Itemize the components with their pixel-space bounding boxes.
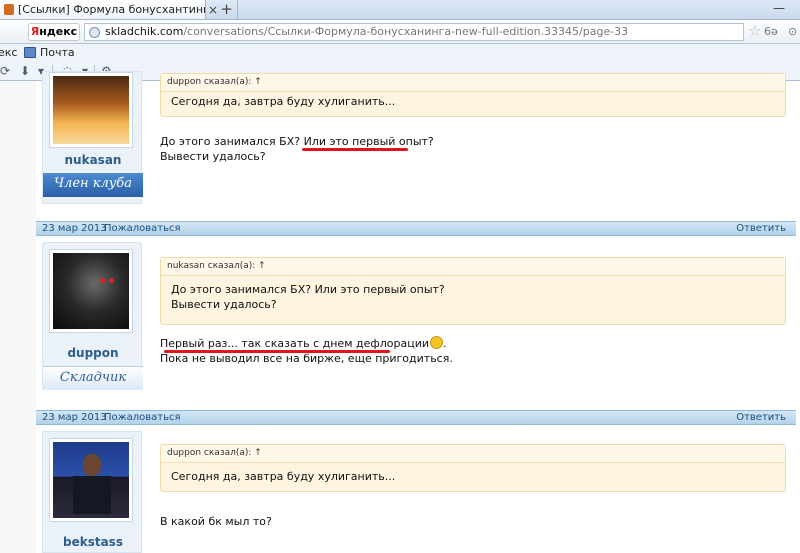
minimize-icon[interactable]: — [764,1,794,15]
mail-icon [24,47,36,58]
bookmark-mail[interactable]: Почта [40,44,75,62]
quote-text: Сегодня да, завтра буду хулиганить... [171,470,396,483]
post-line: До этого занимался БХ? Или это первый оп… [160,135,434,148]
avatar[interactable] [49,438,133,522]
post-line: Пока не выводил все на бирже, еще пригод… [160,352,453,365]
avatar[interactable] [49,72,133,148]
quote-author[interactable]: duppon сказал(а): ↑ [161,445,785,463]
reply-link[interactable]: Ответить [736,411,786,424]
post-date[interactable]: 23 мар 2013 [42,411,107,424]
refresh-icon[interactable]: ⟳ [0,65,10,78]
bookmarks-bar: екс Почта [0,44,800,62]
post-date[interactable]: 23 мар 2013 [42,222,107,235]
quote-author[interactable]: nukasan сказал(а): ↑ [161,258,785,276]
username[interactable]: bekstass [43,535,143,549]
url-host: skladchik.com [105,25,184,38]
user-info: duppon Складчик [42,242,143,390]
report-link[interactable]: Пожаловаться [104,411,181,424]
quote-text: До этого занимался БХ? Или это первый оп… [171,283,445,311]
quote-block: duppon сказал(а): ↑ Сегодня да, завтра б… [160,444,786,492]
red-underline-mark [302,148,408,151]
address-bar[interactable]: skladchik.com/conversations/Ссылки-Форму… [84,23,744,41]
browser-tab[interactable]: [Ссылки] Формула бонусхантинга Ne... [0,0,206,20]
report-link[interactable]: Пожаловаться [104,222,181,235]
message-post: 23 мар 2013 Пожаловаться Ответить beksta… [36,410,796,553]
download-icon[interactable]: ⬇ [20,65,30,78]
quote-block: nukasan сказал(а): ↑ До этого занимался … [160,257,786,325]
reply-link[interactable]: Ответить [736,222,786,235]
bookmark-yandex[interactable]: екс [0,44,17,62]
quote-author[interactable]: duppon сказал(а): ↑ [161,74,785,92]
post-line: Вывести удалось? [160,150,266,163]
globe-icon [89,27,100,38]
user-info: bekstass [42,431,142,553]
header-gap [36,425,796,431]
user-rank-badge: Член клуба [43,173,143,197]
url-path: /conversations/Ссылки-Формула-бонусханин… [183,25,629,38]
post-line: Первый раз... так сказать с днем дефлора… [160,336,447,350]
tab-bar: [Ссылки] Формула бонусхантинга Ne... × +… [0,0,800,20]
message-post: 23 мар 2013 Пожаловаться Ответить duppon… [36,221,796,398]
page-left-gutter [0,81,36,553]
reader-icon[interactable]: 6ə [764,25,778,38]
username[interactable]: duppon [43,346,143,360]
user-info: nukasan Член клуба [42,71,143,204]
username[interactable]: nukasan [43,153,143,167]
favicon-icon [4,4,14,15]
new-tab-button[interactable]: + [216,0,238,20]
tab-title: [Ссылки] Формула бонусхантинга Ne... [18,3,205,16]
smiley-icon [430,336,444,349]
message-post: nukasan Член клуба duppon сказал(а): ↑ С… [36,71,796,204]
navigation-bar: Яндекс skladchik.com/conversations/Ссылк… [0,20,800,44]
page-content: nukasan Член клуба duppon сказал(а): ↑ С… [0,71,800,553]
quote-block: duppon сказал(а): ↑ Сегодня да, завтра б… [160,73,786,117]
yandex-button[interactable]: Яндекс [28,23,80,41]
post-header: 23 мар 2013 Пожаловаться Ответить [36,221,796,236]
header-gap [36,236,796,242]
quote-text: Сегодня да, завтра буду хулиганить... [171,95,396,108]
post-header: 23 мар 2013 Пожаловаться Ответить [36,410,796,425]
user-rank-badge: Складчик [43,366,143,390]
bookmark-star-icon[interactable]: ☆ [748,22,761,40]
menu-icon[interactable]: ⊙ [788,25,797,38]
post-line: В какой бк мыл то? [160,515,272,528]
avatar[interactable] [49,249,133,333]
